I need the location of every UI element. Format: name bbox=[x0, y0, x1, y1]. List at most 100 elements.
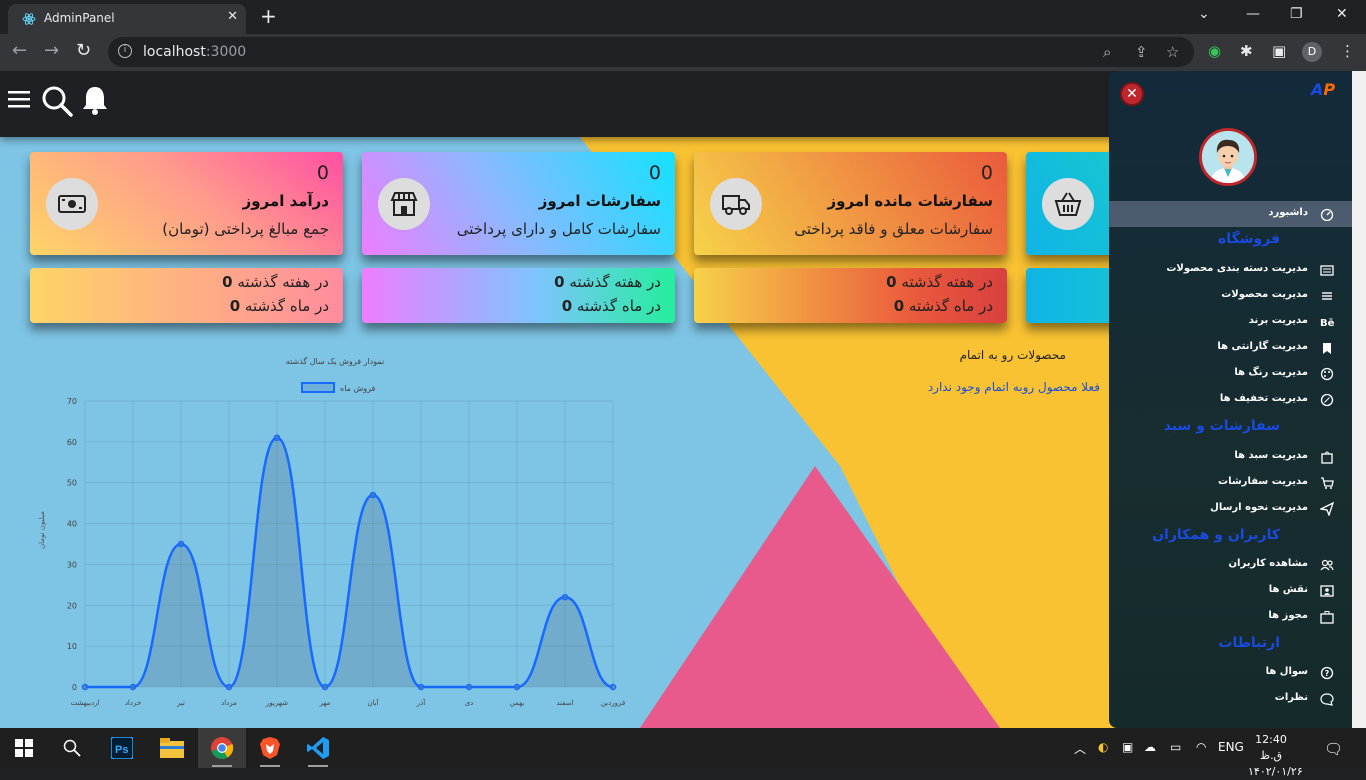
chart-y-tick-label: 60 bbox=[67, 438, 77, 447]
address-bar[interactable]: i localhost:3000 ⌕ ⇪ ☆ bbox=[108, 37, 1194, 67]
card-today-income: 0 درآمد امروز جمع مبالغ پرداختی (تومان) bbox=[30, 152, 343, 255]
sidebar-item-label: داشبورد bbox=[1268, 207, 1308, 218]
stat-orders: 0 در هفته گذشته 0 در ماه گذشته bbox=[362, 268, 675, 323]
bag-icon bbox=[1321, 451, 1333, 464]
wifi-icon[interactable]: ◠ bbox=[1196, 740, 1206, 754]
browser-menu-icon[interactable]: ⋮ bbox=[1340, 42, 1355, 60]
bookmark-star-icon[interactable]: ☆ bbox=[1166, 43, 1179, 61]
reload-icon[interactable]: ↻ bbox=[76, 40, 91, 61]
profile-avatar[interactable]: D bbox=[1302, 42, 1322, 62]
sidebar-section-heading: ارتباطات bbox=[1218, 635, 1280, 651]
photoshop-app[interactable]: Ps bbox=[98, 728, 146, 768]
forward-icon[interactable]: → bbox=[44, 40, 59, 61]
search-icon[interactable] bbox=[41, 85, 73, 117]
restore-icon[interactable]: ❐ bbox=[1290, 6, 1303, 22]
browser-tab-bar: AdminPanel ✕ + ⌄ — ❐ ✕ bbox=[0, 0, 1366, 34]
card-subtitle: جمع مبالغ پرداختی (تومان) bbox=[162, 220, 329, 238]
bell-icon[interactable] bbox=[81, 85, 109, 117]
notification-icon[interactable]: 🗨 bbox=[1324, 740, 1343, 758]
comment-icon bbox=[1320, 693, 1334, 706]
taskbar-search-button[interactable] bbox=[48, 728, 96, 768]
start-button[interactable] bbox=[0, 728, 48, 768]
sidebar-item-13[interactable]: مشاهده کاربران bbox=[1109, 552, 1352, 578]
sidebar-item-17[interactable]: سوال ها? bbox=[1109, 660, 1352, 686]
chart-data-point bbox=[417, 683, 425, 691]
palette-icon bbox=[1320, 367, 1334, 381]
sidebar-item-15[interactable]: مجوز ها bbox=[1109, 604, 1352, 630]
clock[interactable]: 12:40 ق.ظ ۱۴۰۲/۰۱/۲۶ bbox=[1248, 732, 1303, 780]
sidebar-item-label: مشاهده کاربران bbox=[1228, 558, 1308, 569]
brave-app[interactable] bbox=[246, 728, 294, 768]
browser-tab[interactable]: AdminPanel ✕ bbox=[8, 4, 246, 34]
sidebar-item-5[interactable]: مدیریت گارانتی ها bbox=[1109, 335, 1352, 361]
back-icon[interactable]: ← bbox=[12, 40, 27, 61]
battery-icon[interactable]: ▭ bbox=[1170, 740, 1181, 754]
tray-app-icon[interactable]: ◐ bbox=[1098, 740, 1108, 754]
basket-icon bbox=[1042, 178, 1094, 230]
sidebar-item-14[interactable]: نقش ها bbox=[1109, 578, 1352, 604]
sidebar-close-button[interactable]: ✕ bbox=[1120, 82, 1144, 106]
tray-device-icon[interactable]: ▣ bbox=[1122, 740, 1133, 754]
briefcase-icon bbox=[1320, 611, 1334, 624]
close-window-icon[interactable]: ✕ bbox=[1336, 6, 1348, 22]
sidebar-item-label: نقش ها bbox=[1268, 584, 1308, 595]
page-viewport: 0 درآمد امروز جمع مبالغ پرداختی (تومان) … bbox=[0, 71, 1366, 728]
card-subtitle: سفارشات معلق و فاقد پرداختی bbox=[794, 220, 993, 238]
sidebar-item-4[interactable]: مدیریت برند Bē bbox=[1109, 309, 1352, 335]
chart-y-tick-label: 10 bbox=[67, 642, 77, 651]
stat-month: 0 در ماه گذشته bbox=[229, 297, 329, 315]
language-indicator[interactable]: ENG bbox=[1218, 740, 1244, 754]
sidebar-item-7[interactable]: مدیریت تخفیف ها bbox=[1109, 387, 1352, 413]
chart-data-point bbox=[369, 491, 377, 499]
tab-search-icon[interactable]: ⌄ bbox=[1198, 6, 1210, 22]
hamburger-menu-icon[interactable] bbox=[8, 89, 30, 109]
chart-data-point bbox=[321, 683, 329, 691]
sidebar-item-label: مدیریت سفارشات bbox=[1218, 476, 1308, 487]
tray-overflow-icon[interactable]: ︿ bbox=[1074, 740, 1086, 757]
search-icon bbox=[63, 739, 81, 757]
file-explorer-app[interactable] bbox=[148, 728, 196, 768]
stat-pending: 0 در هفته گذشته 0 در ماه گذشته bbox=[694, 268, 1007, 323]
sidebar-item-18[interactable]: نظرات bbox=[1109, 686, 1352, 712]
dashboard-icon bbox=[1320, 208, 1334, 221]
chart-y-tick-label: 50 bbox=[67, 479, 77, 488]
chart-x-tick-label: اردیبهشت bbox=[71, 699, 100, 707]
sidebar-item-3[interactable]: مدیریت محصولات bbox=[1109, 283, 1352, 309]
user-avatar[interactable] bbox=[1199, 128, 1257, 186]
extensions-icon[interactable]: ✱ bbox=[1240, 42, 1253, 60]
chart-y-tick-label: 0 bbox=[72, 683, 77, 692]
card-title: درآمد امروز bbox=[242, 192, 329, 210]
card-value: 0 bbox=[316, 162, 329, 184]
share-icon[interactable]: ⇪ bbox=[1135, 43, 1148, 61]
card-title: سفارشات مانده امروز bbox=[827, 192, 993, 210]
chrome-app[interactable] bbox=[198, 728, 246, 768]
card-subtitle: سفارشات کامل و دارای پرداختی bbox=[456, 220, 661, 238]
minimize-icon[interactable]: — bbox=[1246, 6, 1260, 22]
sidebar-item-label: مدیریت نحوه ارسال bbox=[1210, 502, 1308, 513]
tab-close-icon[interactable]: ✕ bbox=[227, 9, 238, 24]
chart-y-axis-label: میلیون تومان bbox=[38, 511, 46, 549]
app-logo: AP bbox=[1311, 80, 1336, 99]
sidebar-item-2[interactable]: مدیریت دسته بندی محصولات bbox=[1109, 257, 1352, 283]
stat-month: 0 در ماه گذشته bbox=[893, 297, 993, 315]
sidebar-item-label: مدیریت محصولات bbox=[1221, 289, 1308, 300]
sidebar-item-6[interactable]: مدیریت رنگ ها bbox=[1109, 361, 1352, 387]
new-tab-button[interactable]: + bbox=[260, 5, 277, 27]
zoom-icon[interactable]: ⌕ bbox=[1103, 43, 1111, 61]
site-info-icon[interactable]: i bbox=[118, 44, 132, 58]
chart-y-tick-label: 30 bbox=[67, 560, 77, 569]
sidebar-item-label: مدیریت برند bbox=[1248, 315, 1308, 326]
sidebar-item-9[interactable]: مدیریت سبد ها bbox=[1109, 444, 1352, 470]
vscode-app[interactable] bbox=[294, 728, 342, 768]
behance-icon: Bē bbox=[1320, 318, 1334, 329]
chart-x-tick-label: اسفند bbox=[556, 699, 573, 707]
sidebar-item-11[interactable]: مدیریت نحوه ارسال bbox=[1109, 496, 1352, 522]
onedrive-icon[interactable]: ☁ bbox=[1144, 740, 1156, 754]
extension-ring-icon[interactable]: ◉ bbox=[1208, 42, 1221, 60]
sidebar-item-10[interactable]: مدیریت سفارشات bbox=[1109, 470, 1352, 496]
sidebar-item-0[interactable]: داشبورد bbox=[1109, 201, 1352, 227]
card-value: 0 bbox=[648, 162, 661, 184]
chart-legend-label: فروش ماه bbox=[340, 384, 376, 393]
page-scrollbar[interactable] bbox=[1352, 71, 1366, 728]
side-panel-icon[interactable]: ▣ bbox=[1272, 42, 1286, 60]
